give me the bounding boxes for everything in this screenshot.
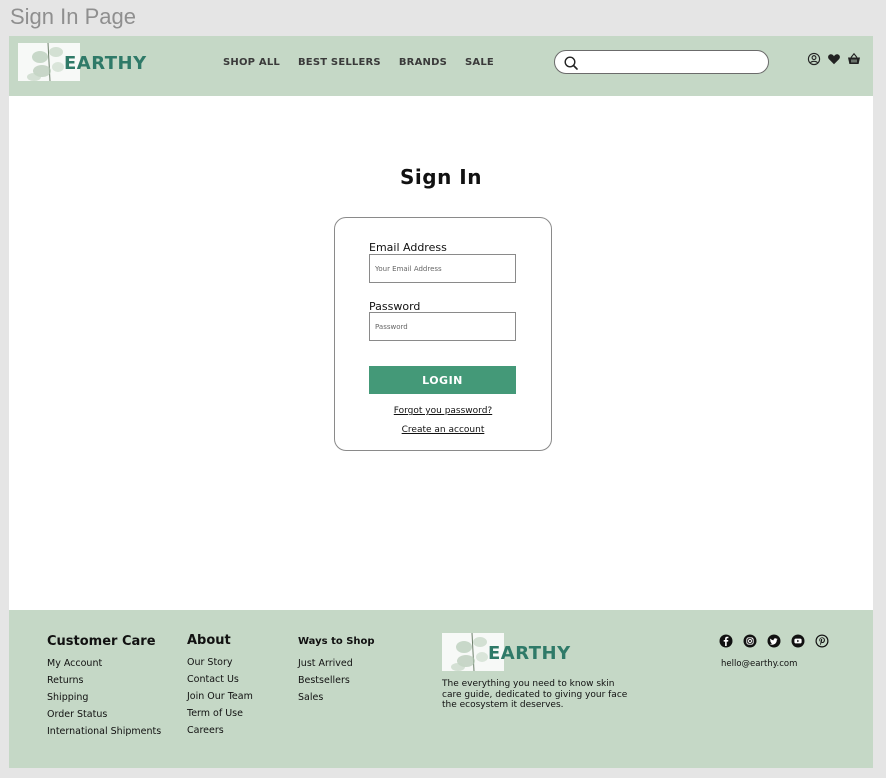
footer-link-contact-us[interactable]: Contact Us: [187, 671, 253, 688]
account-icon[interactable]: [807, 52, 821, 66]
youtube-icon[interactable]: [791, 634, 805, 648]
footer-link-term-of-use[interactable]: Term of Use: [187, 705, 253, 722]
footer-link-bestsellers[interactable]: Bestsellers: [298, 672, 375, 689]
footer-link-order-status[interactable]: Order Status: [47, 706, 161, 723]
forgot-password-link[interactable]: Forgot you password?: [335, 406, 551, 416]
header-logo[interactable]: EARTHY: [18, 43, 147, 81]
sign-in-page: EARTHY SHOP ALL BEST SELLERS BRANDS SALE: [9, 36, 873, 768]
nav-brands[interactable]: BRANDS: [399, 57, 447, 68]
basket-icon[interactable]: [847, 52, 861, 66]
footer-link-sales[interactable]: Sales: [298, 689, 375, 706]
instagram-icon[interactable]: [743, 634, 757, 648]
footer-link-returns[interactable]: Returns: [47, 672, 161, 689]
facebook-icon[interactable]: [719, 634, 733, 648]
logo-text: EARTHY: [64, 52, 147, 74]
footer-link-international-shipments[interactable]: International Shipments: [47, 723, 161, 740]
site-header: EARTHY SHOP ALL BEST SELLERS BRANDS SALE: [9, 36, 873, 96]
page-title: Sign In: [400, 165, 482, 189]
footer-logo-text: EARTHY: [488, 642, 571, 664]
password-field[interactable]: [369, 312, 516, 341]
main-nav: SHOP ALL BEST SELLERS BRANDS SALE: [223, 57, 512, 68]
social-links: [719, 634, 829, 648]
footer-link-just-arrived[interactable]: Just Arrived: [298, 655, 375, 672]
contact-email[interactable]: hello@earthy.com: [721, 659, 797, 669]
footer-heading: Ways to Shop: [298, 636, 375, 647]
frame-title: Sign In Page: [10, 4, 136, 29]
footer-heading: Customer Care: [47, 634, 156, 649]
create-account-link[interactable]: Create an account: [335, 425, 551, 435]
footer-link-shipping[interactable]: Shipping: [47, 689, 161, 706]
site-footer: Customer Care My Account Returns Shippin…: [9, 610, 873, 768]
email-label: Email Address: [369, 241, 447, 254]
header-icons: [807, 52, 861, 66]
login-button[interactable]: LOGIN: [369, 366, 516, 394]
footer-link-careers[interactable]: Careers: [187, 722, 253, 739]
pinterest-icon[interactable]: [815, 634, 829, 648]
nav-sale[interactable]: SALE: [465, 57, 494, 68]
footer-ways-to-shop: Ways to Shop Just Arrived Bestsellers Sa…: [298, 636, 375, 706]
email-field[interactable]: [369, 254, 516, 283]
footer-link-our-story[interactable]: Our Story: [187, 654, 253, 671]
footer-tagline: The everything you need to know skin car…: [442, 679, 628, 710]
twitter-icon[interactable]: [767, 634, 781, 648]
footer-link-my-account[interactable]: My Account: [47, 655, 161, 672]
nav-shop-all[interactable]: SHOP ALL: [223, 57, 280, 68]
search-bar: [554, 50, 769, 74]
nav-best-sellers[interactable]: BEST SELLERS: [298, 57, 381, 68]
footer-logo[interactable]: EARTHY: [442, 633, 571, 671]
search-input[interactable]: [585, 54, 760, 70]
sign-in-card: Email Address Password LOGIN Forgot you …: [334, 217, 552, 451]
footer-about: About Our Story Contact Us Join Our Team…: [187, 633, 253, 739]
footer-customer-care: Customer Care My Account Returns Shippin…: [47, 634, 161, 740]
heart-icon[interactable]: [827, 52, 841, 66]
search-icon[interactable]: [563, 55, 579, 71]
footer-heading: About: [187, 633, 231, 648]
footer-link-join-our-team[interactable]: Join Our Team: [187, 688, 253, 705]
